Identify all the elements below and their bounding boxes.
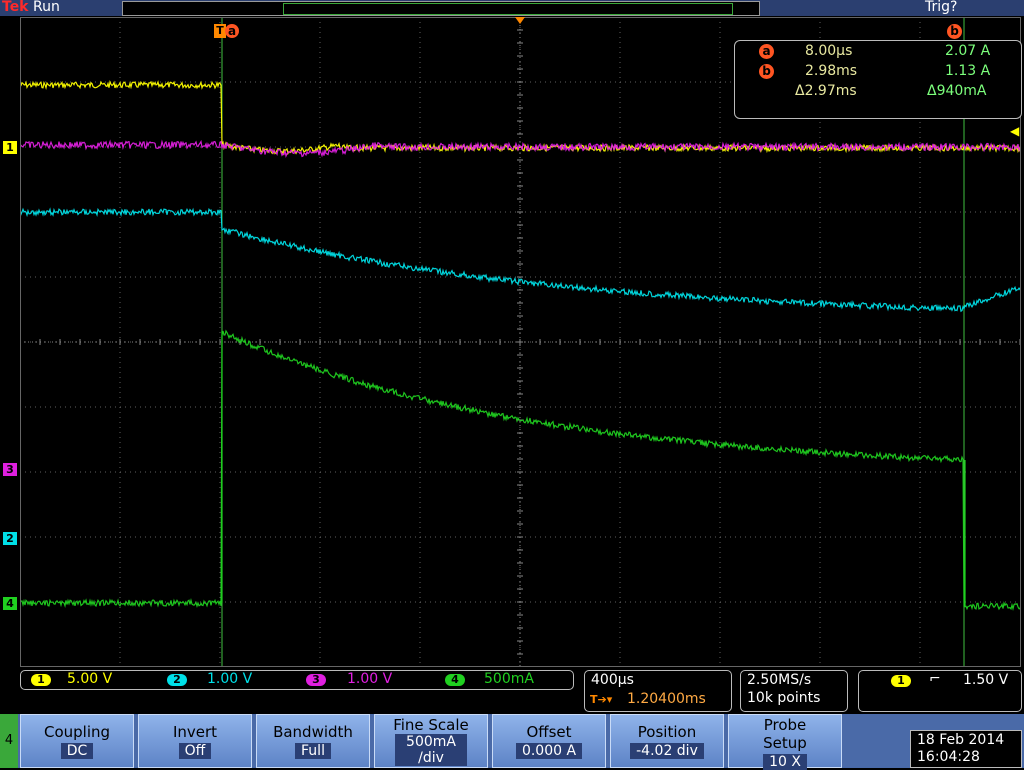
cursor-a-value: 2.07 A bbox=[945, 43, 991, 59]
ch4-scale: 500mA bbox=[484, 671, 534, 687]
position-label: Position bbox=[637, 723, 697, 741]
ch1-scale: 5.00 V bbox=[67, 671, 113, 687]
record-view-window[interactable] bbox=[283, 3, 733, 15]
trigger-status: Trig? bbox=[925, 0, 958, 15]
top-status-bar: Tek Run Trig? bbox=[0, 0, 1024, 16]
menu-channel-indicator: 4 bbox=[0, 714, 18, 768]
cursor-b-marker[interactable]: b bbox=[947, 24, 962, 39]
trigger-source-pill: 1 bbox=[891, 675, 911, 687]
brand-logo: Tek bbox=[2, 0, 29, 15]
position-button[interactable]: Position -4.02 div bbox=[610, 714, 724, 768]
timebase-scale: 400µs bbox=[591, 672, 634, 688]
coupling-label: Coupling bbox=[43, 723, 111, 741]
probe-label-2: Setup bbox=[763, 734, 807, 752]
timebase-box[interactable]: 400µs T➔▾ 1.20400ms bbox=[584, 670, 732, 712]
date: 18 Feb 2014 bbox=[917, 732, 1005, 748]
falling-edge-icon: ⌐ bbox=[929, 671, 941, 687]
cursor-a-badge: a bbox=[759, 44, 774, 59]
cursor-a-time: 8.00µs bbox=[805, 43, 853, 59]
fine-scale-button[interactable]: Fine Scale 500mA /div bbox=[374, 714, 488, 768]
bandwidth-value: Full bbox=[295, 743, 331, 759]
channel-scales-box[interactable]: 1 5.00 V 2 1.00 V 3 1.00 V 4 500mA bbox=[20, 670, 574, 690]
cursor-b-badge: b bbox=[759, 64, 774, 79]
cursor-readout: a 8.00µs 2.07 A b 2.98ms 1.13 A Δ2.97ms … bbox=[734, 40, 1022, 119]
fine-scale-value: 500mA bbox=[395, 734, 467, 750]
ch4-marker[interactable]: 4 bbox=[3, 597, 17, 610]
probe-setup-button[interactable]: Probe Setup 10 X bbox=[728, 714, 842, 770]
coupling-button[interactable]: Coupling DC bbox=[20, 714, 134, 768]
ch4-pill: 4 bbox=[445, 674, 465, 686]
trigger-delay: 1.20400ms bbox=[627, 691, 706, 707]
fine-scale-label: Fine Scale bbox=[393, 716, 469, 734]
ch1-pill: 1 bbox=[31, 674, 51, 686]
trigger-box[interactable]: 1 ⌐ 1.50 V bbox=[858, 670, 1022, 712]
ch2-marker[interactable]: 2 bbox=[3, 532, 17, 545]
offset-label: Offset bbox=[526, 723, 572, 741]
invert-button[interactable]: Invert Off bbox=[138, 714, 252, 768]
invert-value: Off bbox=[178, 743, 212, 759]
trigger-delay-icon: T➔▾ bbox=[590, 693, 613, 706]
bandwidth-button[interactable]: Bandwidth Full bbox=[256, 714, 370, 768]
ch3-pill: 3 bbox=[306, 674, 326, 686]
record-view-bar[interactable] bbox=[122, 1, 760, 16]
ch2-scale: 1.00 V bbox=[207, 671, 253, 687]
date-time-box: 18 Feb 2014 16:04:28 bbox=[910, 730, 1022, 768]
bandwidth-label: Bandwidth bbox=[273, 723, 353, 741]
cursor-delta-time: Δ2.97ms bbox=[795, 83, 857, 99]
record-length: 10k points bbox=[747, 690, 821, 706]
ch2-trace bbox=[20, 207, 1021, 313]
ch3-trace bbox=[20, 139, 1021, 159]
trigger-level-arrow-icon: ◀ bbox=[1010, 124, 1020, 138]
probe-label: Probe bbox=[763, 716, 807, 734]
sample-rate: 2.50MS/s bbox=[747, 672, 812, 688]
trigger-position-marker[interactable]: T a bbox=[214, 24, 240, 38]
expansion-point-icon bbox=[515, 17, 525, 24]
acquisition-box[interactable]: 2.50MS/s 10k points bbox=[740, 670, 848, 712]
cursor-b-value: 1.13 A bbox=[945, 63, 991, 79]
invert-label: Invert bbox=[172, 723, 218, 741]
trigger-level: 1.50 V bbox=[963, 672, 1009, 688]
ch2-pill: 2 bbox=[167, 674, 187, 686]
cursor-a-marker[interactable]: a bbox=[225, 24, 239, 38]
offset-button[interactable]: Offset 0.000 A bbox=[492, 714, 606, 768]
time: 16:04:28 bbox=[917, 749, 980, 765]
cursor-b-time: 2.98ms bbox=[805, 63, 858, 79]
offset-value: 0.000 A bbox=[515, 743, 583, 759]
position-value: -4.02 div bbox=[630, 743, 704, 759]
acquisition-mode: Run bbox=[33, 0, 60, 15]
fine-scale-unit: /div bbox=[395, 750, 467, 766]
coupling-value: DC bbox=[60, 743, 94, 759]
ch1-marker[interactable]: 1 bbox=[3, 141, 17, 154]
cursor-delta-value: Δ940mA bbox=[927, 83, 987, 99]
ch3-scale: 1.00 V bbox=[347, 671, 393, 687]
ch3-marker[interactable]: 3 bbox=[3, 463, 17, 476]
